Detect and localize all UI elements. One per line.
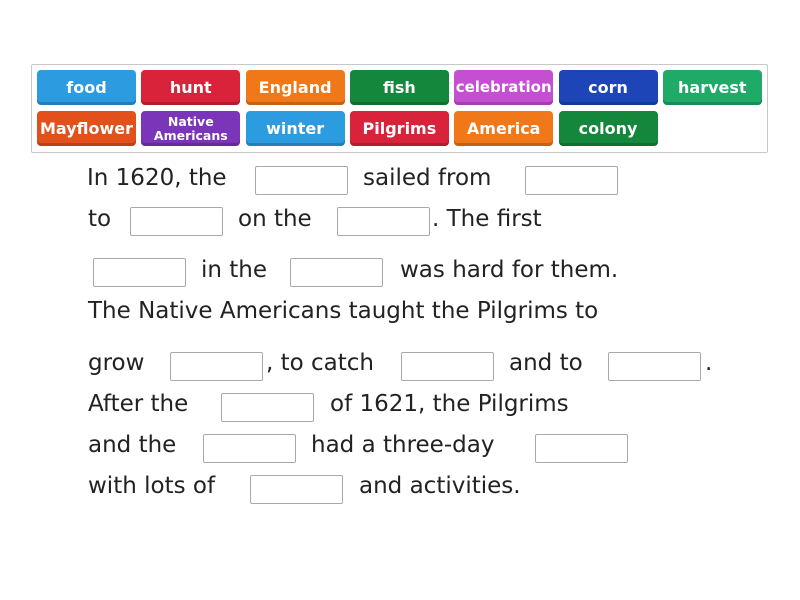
answer-blank-10[interactable]: [221, 393, 314, 422]
passage-text: was hard for them.: [400, 257, 619, 283]
passage-text: grow: [88, 350, 145, 376]
answer-blank-5[interactable]: [93, 258, 186, 287]
passage-text: on the: [238, 206, 312, 232]
passage-text: of 1621, the Pilgrims: [330, 391, 569, 417]
passage-text: .: [705, 350, 713, 376]
passage-text: After the: [88, 391, 189, 417]
passage-text: . The first: [432, 206, 542, 232]
answer-blank-13[interactable]: [250, 475, 343, 504]
passage-text: and activities.: [359, 473, 521, 499]
answer-blank-9[interactable]: [608, 352, 701, 381]
passage-text: The Native Americans taught the Pilgrims…: [88, 298, 599, 324]
passage-text: In 1620, the: [87, 165, 227, 191]
passage-text: in the: [201, 257, 268, 283]
answer-blank-3[interactable]: [130, 207, 223, 236]
passage-text: and the: [88, 432, 177, 458]
answer-blank-12[interactable]: [535, 434, 628, 463]
passage-text: with lots of: [88, 473, 216, 499]
answer-blank-6[interactable]: [290, 258, 383, 287]
passage-text: , to catch: [266, 350, 375, 376]
answer-blank-8[interactable]: [401, 352, 494, 381]
answer-blank-11[interactable]: [203, 434, 296, 463]
answer-blank-7[interactable]: [170, 352, 263, 381]
passage-text: to: [88, 206, 112, 232]
passage-text: had a three-day: [311, 432, 495, 458]
cloze-passage: In 1620, the sailed from to on the . The…: [0, 0, 800, 600]
answer-blank-2[interactable]: [525, 166, 618, 195]
passage-text: sailed from: [363, 165, 492, 191]
passage-text: and to: [509, 350, 583, 376]
answer-blank-4[interactable]: [337, 207, 430, 236]
answer-blank-1[interactable]: [255, 166, 348, 195]
